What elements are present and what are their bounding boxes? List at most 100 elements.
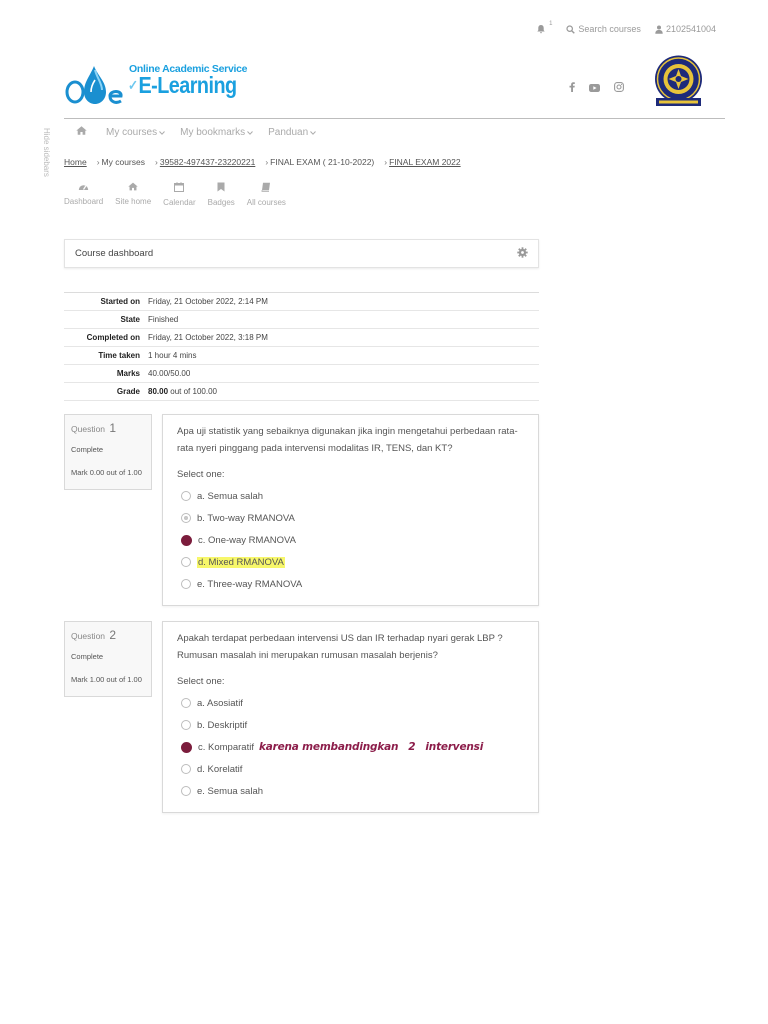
radio-button[interactable] — [181, 698, 191, 708]
option-label: b. Two-way RMANOVA — [197, 512, 295, 524]
select-one-label: Select one: — [177, 676, 225, 687]
grade-value-bold: 80.00 — [148, 387, 169, 396]
answer-option-c[interactable]: c. Komparatif karena membandingkan 2 inter… — [177, 736, 524, 758]
table-row: Time taken 1 hour 4 mins — [64, 347, 539, 365]
nav-my-courses[interactable]: My courses — [106, 127, 165, 138]
quicklink-badges-label: Badges — [207, 198, 235, 207]
question-2-info: Question 2 Complete Mark 1.00 out of 1.0… — [64, 621, 152, 697]
hide-sidebars-toggle[interactable]: Hide sidebars — [28, 128, 51, 178]
handwritten-note: karena membandingkan 2 intervensi — [259, 741, 483, 753]
option-label: a. Semua salah — [197, 490, 264, 502]
question-number: Question 1 — [71, 421, 145, 435]
header-divider — [64, 118, 725, 119]
breadcrumb-section[interactable]: FINAL EXAM ( 21-10-2022) — [270, 157, 374, 167]
state-label: State — [120, 315, 140, 324]
radio-button[interactable] — [181, 786, 191, 796]
bell-icon — [536, 24, 546, 34]
option-label: c. Komparatif — [198, 741, 254, 753]
answer-option-d[interactable]: d. Korelatif — [177, 758, 524, 780]
started-on-label: Started on — [100, 297, 140, 306]
handwritten-note-part: intervensi — [425, 741, 484, 753]
question-label: Question — [71, 424, 106, 434]
radio-button[interactable] — [181, 764, 191, 774]
option-label: e. Semua salah — [197, 785, 264, 797]
breadcrumb-course[interactable]: 39582-497437-23220221 — [160, 157, 255, 167]
nav-my-courses-label: My courses — [106, 126, 158, 138]
breadcrumb-quiz[interactable]: FINAL EXAM 2022 — [389, 157, 461, 167]
answer-option-e[interactable]: e. Three-way RMANOVA — [177, 573, 524, 595]
quicklink-badges[interactable]: Badges — [208, 182, 235, 207]
breadcrumb-home[interactable]: Home — [64, 157, 87, 167]
quicklink-dashboard-label: Dashboard — [64, 197, 104, 206]
option-label: c. One-way RMANOVA — [198, 534, 297, 546]
bookmark-icon — [217, 182, 225, 194]
facebook-icon[interactable] — [569, 79, 575, 97]
youtube-icon[interactable] — [589, 79, 600, 97]
question-mark: Mark 1.00 out of 1.00 — [71, 675, 142, 684]
nav-my-bookmarks[interactable]: My bookmarks — [180, 126, 254, 138]
university-seal-icon — [655, 55, 702, 106]
instagram-icon[interactable] — [614, 79, 624, 97]
site-logo[interactable]: Online Academic Service ✓E-Learning — [64, 56, 248, 108]
option-label-highlighted: d. Mixed RMANOVA — [197, 556, 285, 568]
answer-option-b[interactable]: b. Deskriptif — [177, 714, 524, 736]
question-number-value: 1 — [109, 421, 117, 435]
radio-button[interactable] — [181, 557, 191, 567]
course-dashboard-label: Course dashboard — [75, 248, 154, 259]
nav-my-bookmarks-label: My bookmarks — [180, 126, 246, 138]
radio-button-selected[interactable] — [181, 741, 192, 753]
time-taken-label: Time taken — [98, 351, 140, 360]
quick-links: Dashboard Site home Calendar Badges All … — [64, 182, 298, 207]
radio-button[interactable] — [181, 579, 191, 589]
answer-option-a[interactable]: a. Asosiatif — [177, 692, 524, 714]
quicklink-calendar-label: Calendar — [163, 198, 196, 207]
search-icon — [566, 24, 576, 34]
quicklink-site-home[interactable]: Site home — [115, 182, 151, 207]
question-2-content: Apakah terdapat perbedaan intervensi US … — [162, 621, 539, 813]
search-courses-link[interactable]: Search courses — [566, 24, 641, 34]
course-dashboard-block[interactable]: Course dashboard — [64, 239, 539, 268]
quicklink-all-courses[interactable]: All courses — [247, 182, 286, 207]
breadcrumb: Home › My courses › 39582-497437-2322022… — [64, 157, 461, 167]
social-links — [569, 79, 624, 97]
table-row: Started on Friday, 21 October 2022, 2:14… — [64, 293, 539, 311]
question-label: Question — [71, 631, 106, 641]
table-row: Grade 80.00 out of 100.00 — [64, 383, 539, 401]
time-taken-value: 1 hour 4 mins — [148, 351, 197, 360]
main-nav: My courses My bookmarks Panduan — [76, 126, 331, 138]
state-value: Finished — [148, 315, 179, 324]
breadcrumb-separator-icon: › — [265, 157, 269, 167]
radio-button[interactable] — [181, 720, 191, 730]
quicklink-calendar[interactable]: Calendar — [163, 182, 196, 207]
question-number-value: 2 — [109, 628, 117, 642]
nav-panduan-label: Panduan — [268, 126, 309, 138]
radio-button[interactable] — [181, 513, 191, 523]
breadcrumb-my-courses[interactable]: My courses — [102, 157, 145, 167]
quicklink-site-home-label: Site home — [115, 197, 152, 206]
answer-option-e[interactable]: e. Semua salah — [177, 780, 524, 802]
option-label: b. Deskriptif — [197, 719, 248, 731]
answer-option-d[interactable]: d. Mixed RMANOVA — [177, 551, 524, 573]
home-icon — [128, 182, 138, 193]
quicklink-dashboard[interactable]: Dashboard — [64, 182, 103, 207]
user-icon — [655, 25, 663, 34]
answer-option-a[interactable]: a. Semua salah — [177, 485, 524, 507]
radio-button[interactable] — [181, 491, 191, 501]
option-label: d. Korelatif — [197, 763, 243, 775]
started-on-value: Friday, 21 October 2022, 2:14 PM — [148, 297, 268, 306]
nav-home-icon[interactable] — [76, 126, 87, 138]
select-one-label: Select one: — [177, 469, 225, 480]
marks-label: Marks — [116, 369, 140, 378]
radio-button-selected[interactable] — [181, 534, 192, 546]
option-label: e. Three-way RMANOVA — [197, 578, 303, 590]
notification-count: 1 — [549, 21, 553, 27]
user-menu[interactable]: 2102541004 — [655, 24, 716, 34]
gear-icon[interactable] — [517, 246, 528, 261]
notifications[interactable]: 1 — [536, 21, 553, 34]
completed-on-value: Friday, 21 October 2022, 3:18 PM — [148, 333, 268, 342]
logo-line-2-text: E-Learning — [138, 72, 237, 98]
search-courses-label: Search courses — [578, 24, 641, 34]
answer-option-b[interactable]: b. Two-way RMANOVA — [177, 507, 524, 529]
answer-option-c[interactable]: c. One-way RMANOVA — [177, 529, 524, 551]
nav-panduan[interactable]: Panduan — [268, 126, 317, 138]
